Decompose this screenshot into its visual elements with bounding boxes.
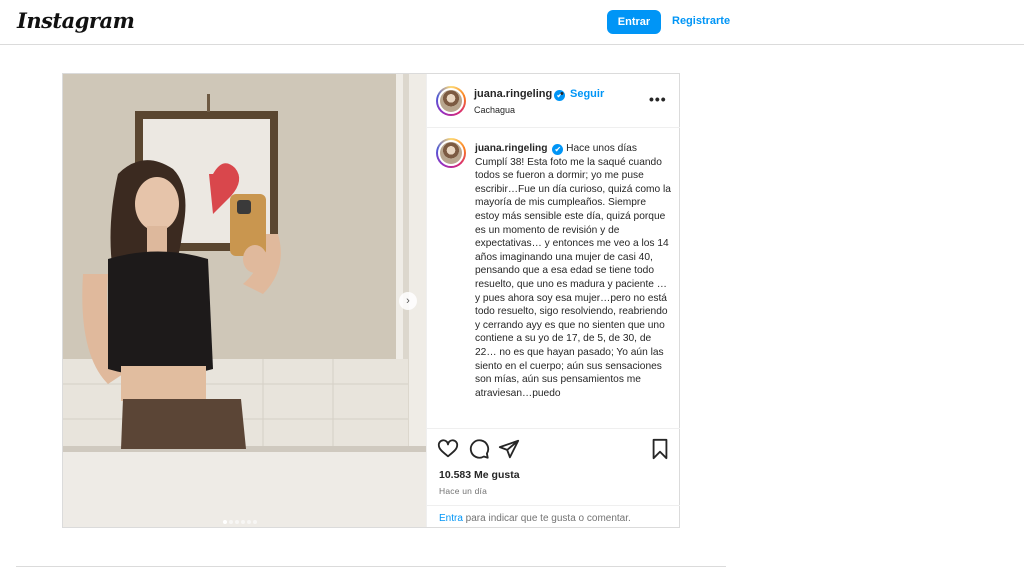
post-caption: juana.ringeling ✔ Hace unos días Cumplí … (475, 142, 671, 400)
comment-prompt-text: para indicar que te gusta o comentar. (462, 513, 631, 524)
carousel-dot (235, 520, 239, 524)
caption-avatar[interactable] (436, 138, 466, 168)
login-button[interactable]: Entrar (607, 10, 661, 34)
post-header: juana.ringeling ✔ • Seguir Cachagua ••• (427, 74, 680, 128)
post-timestamp[interactable]: Hace un día (439, 486, 487, 496)
likes-count[interactable]: 10.583 Me gusta (439, 469, 520, 481)
post-side-panel: juana.ringeling ✔ • Seguir Cachagua ••• j… (426, 74, 680, 528)
carousel-dot (223, 520, 227, 524)
comment-bar: Entra para indicar que te gusta o coment… (427, 505, 680, 529)
action-bar: 10.583 Me gusta Hace un día Entra para i… (427, 428, 680, 528)
comment-prompt: Entra para indicar que te gusta o coment… (439, 513, 631, 524)
carousel-indicator (223, 511, 259, 524)
bookmark-icon[interactable] (649, 438, 671, 460)
username-text[interactable]: juana.ringeling (474, 88, 552, 100)
carousel-dot (229, 520, 233, 524)
caption-username[interactable]: juana.ringeling (475, 143, 547, 154)
post-card: › juana.ringeling ✔ • Seguir Cachagua •••… (62, 73, 680, 528)
top-bar: Instagram Entrar Registrarte (0, 0, 1024, 45)
signup-link[interactable]: Registrarte (672, 15, 730, 27)
heart-icon[interactable] (437, 438, 459, 460)
share-icon[interactable] (498, 438, 520, 460)
verified-badge-icon: ✔ (552, 144, 564, 155)
footer-divider (16, 566, 726, 567)
login-link[interactable]: Entra (439, 513, 463, 524)
post-photo[interactable]: › (63, 74, 426, 527)
comment-icon[interactable] (468, 438, 490, 460)
next-photo-button[interactable]: › (399, 292, 417, 310)
caption-area: juana.ringeling ✔ Hace unos días Cumplí … (427, 129, 680, 427)
post-username[interactable]: juana.ringeling ✔ (474, 88, 566, 101)
follow-button[interactable]: Seguir (570, 88, 604, 100)
carousel-dot (241, 520, 245, 524)
mirror-selfie-image (63, 74, 426, 527)
avatar[interactable] (436, 86, 466, 116)
caption-text: Hace unos días Cumplí 38! Esta foto me l… (475, 143, 671, 399)
post-location[interactable]: Cachagua (474, 105, 515, 115)
separator-dot: • (560, 88, 564, 100)
carousel-dot (253, 520, 257, 524)
carousel-dot (247, 520, 251, 524)
instagram-logo[interactable]: Instagram (17, 8, 135, 33)
more-options-icon[interactable]: ••• (649, 91, 667, 107)
